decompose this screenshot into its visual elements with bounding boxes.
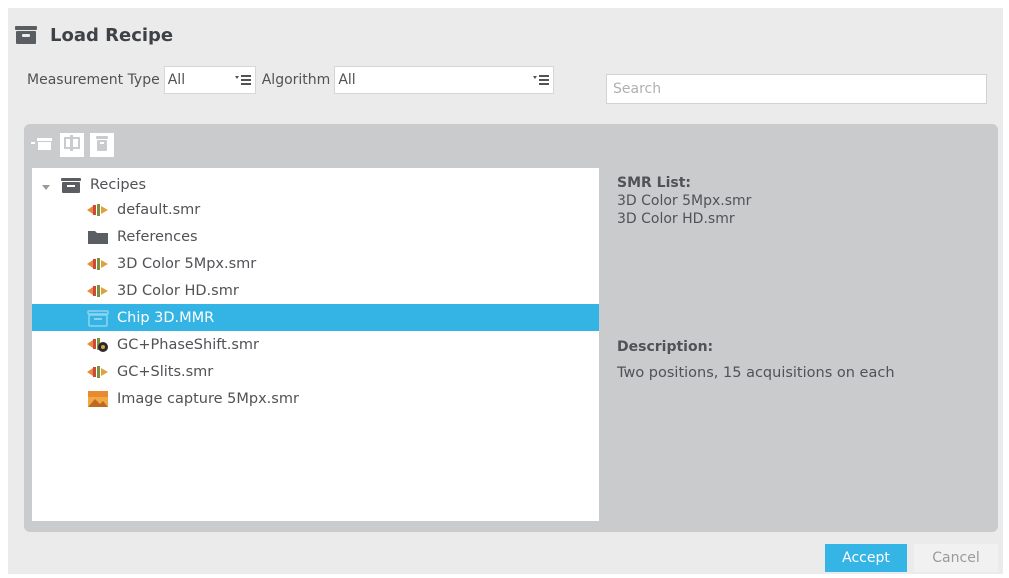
- tree-item-label: GC+Slits.smr: [117, 363, 214, 380]
- tree-item-label: Chip 3D.MMR: [117, 309, 215, 326]
- delete-button[interactable]: [90, 133, 114, 157]
- measurement-type-value: All: [167, 72, 186, 88]
- tree-item-selected[interactable]: Chip 3D.MMR: [32, 304, 599, 331]
- tree-item[interactable]: 3D Color HD.smr: [32, 277, 599, 304]
- algorithm-label: Algorithm: [261, 72, 331, 88]
- tree-root-recipes[interactable]: Recipes: [32, 171, 599, 198]
- smr-list-section: SMR List: 3D Color 5Mpx.smr 3D Color HD.…: [617, 175, 751, 227]
- delete-icon: [93, 133, 111, 157]
- tree-item[interactable]: GC+PhaseShift.smr: [32, 331, 599, 358]
- rename-icon: [62, 134, 82, 156]
- description-text: Two positions, 15 acquisitions on each: [617, 365, 895, 381]
- algorithm-value: All: [338, 72, 356, 88]
- tree-item-label: Recipes: [90, 176, 147, 193]
- smr-file-icon: [87, 201, 109, 219]
- new-recipe-icon: [31, 135, 53, 155]
- description-section: Description: Two positions, 15 acquisiti…: [617, 339, 895, 381]
- new-recipe-button[interactable]: [30, 133, 54, 157]
- recipe-box-icon: [60, 176, 82, 194]
- dialog-title-bar: Load Recipe: [14, 20, 173, 50]
- tree-item-label: 3D Color 5Mpx.smr: [117, 255, 257, 272]
- smr-list-item: 3D Color HD.smr: [617, 211, 735, 227]
- dropdown-list-icon: [234, 73, 252, 87]
- collapse-arrow-icon[interactable]: [41, 180, 51, 190]
- dropdown-list-icon: [532, 73, 550, 87]
- tree-item-label: default.smr: [117, 201, 201, 218]
- recipe-tree[interactable]: Recipes default.smr References 3D Color …: [32, 168, 599, 521]
- folder-icon: [87, 228, 109, 246]
- recipe-toolbar: [30, 133, 114, 159]
- algorithm-select[interactable]: All: [334, 66, 555, 94]
- tree-item-label: Image capture 5Mpx.smr: [117, 390, 299, 407]
- rename-button[interactable]: [60, 133, 84, 157]
- measurement-type-select[interactable]: All: [163, 66, 256, 94]
- smr-phase-file-icon: [87, 336, 109, 354]
- smr-list-item: 3D Color 5Mpx.smr: [617, 193, 752, 209]
- description-heading: Description:: [617, 339, 714, 355]
- measurement-type-label: Measurement Type: [27, 72, 160, 88]
- tree-item[interactable]: default.smr: [32, 196, 599, 223]
- tree-item[interactable]: References: [32, 223, 599, 250]
- smr-file-icon: [87, 363, 109, 381]
- accept-button[interactable]: Accept: [825, 544, 907, 572]
- cancel-button[interactable]: Cancel: [914, 544, 998, 572]
- tree-item-label: 3D Color HD.smr: [117, 282, 239, 299]
- dialog-title: Load Recipe: [50, 24, 174, 46]
- tree-item-label: GC+PhaseShift.smr: [117, 336, 260, 353]
- tree-item-label: References: [117, 228, 198, 245]
- mmr-file-icon: [87, 309, 109, 327]
- smr-file-icon: [87, 255, 109, 273]
- smr-file-icon: [87, 282, 109, 300]
- tree-item[interactable]: 3D Color 5Mpx.smr: [32, 250, 599, 277]
- filter-row: Measurement Type All Algorithm All: [27, 66, 555, 94]
- recipe-box-icon: [14, 24, 38, 46]
- tree-item[interactable]: GC+Slits.smr: [32, 358, 599, 385]
- tree-item[interactable]: Image capture 5Mpx.smr: [32, 385, 599, 412]
- image-file-icon: [87, 390, 109, 408]
- smr-list-heading: SMR List:: [617, 175, 692, 191]
- search-input[interactable]: [606, 74, 987, 104]
